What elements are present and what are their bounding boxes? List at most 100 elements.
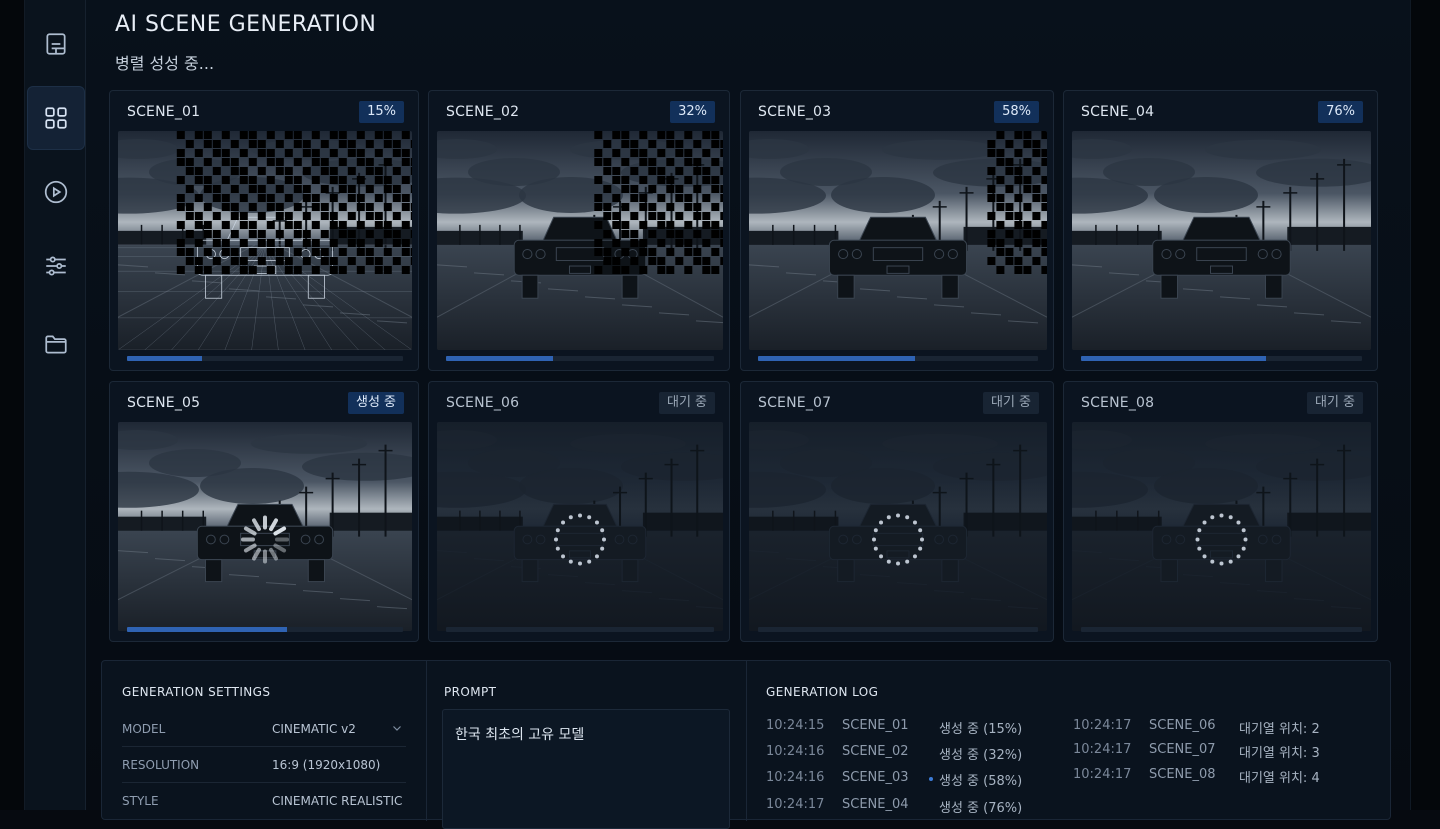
page-title: AI SCENE GENERATION <box>115 12 377 37</box>
scene-status-badge: 대기 중 <box>658 392 715 414</box>
scene-progress-bar <box>758 356 1038 361</box>
panel-divider <box>746 661 747 821</box>
scene-card[interactable]: SCENE_03 58% <box>740 90 1054 371</box>
scene-status-badge: 대기 중 <box>1306 392 1363 414</box>
prompt-input[interactable]: 한국 최초의 고유 모델 <box>442 709 730 829</box>
log-row: 10:24:15 SCENE_01 생성 중 (15%) <box>766 718 1066 737</box>
scene-preview-image <box>749 422 1047 631</box>
log-row: 10:24:16 SCENE_03 생성 중 (58%) <box>766 770 1066 789</box>
scene-label: SCENE_04 <box>1081 104 1155 120</box>
log-row: 10:24:17 SCENE_04 생성 중 (76%) <box>766 797 1066 816</box>
log-time: 10:24:15 <box>766 718 825 733</box>
scene-label: SCENE_05 <box>127 395 201 411</box>
log-time: 10:24:17 <box>1073 718 1132 733</box>
scene-progress-bar <box>758 627 1038 632</box>
scene-card[interactable]: SCENE_06 대기 중 <box>428 381 730 642</box>
scene-progress-bar <box>127 356 403 361</box>
log-status: 대기열 위치: 3 <box>1239 746 1320 761</box>
scene-preview-image <box>437 131 723 350</box>
log-status: 생성 중 (32%) <box>939 748 1023 763</box>
log-row: 10:24:17 SCENE_08 대기열 위치: 4 <box>1073 767 1373 786</box>
log-time: 10:24:16 <box>766 744 825 759</box>
setting-value: CINEMATIC v2 <box>272 722 356 736</box>
scene-card[interactable]: SCENE_04 76% <box>1063 90 1378 371</box>
log-status: 대기열 위치: 2 <box>1239 722 1320 737</box>
scene-progress-bar <box>1081 356 1362 361</box>
scene-progress-bar <box>446 627 714 632</box>
scene-status-badge: 32% <box>670 101 715 123</box>
log-status: 생성 중 (58%) <box>939 774 1023 789</box>
chevron-down-icon <box>393 726 401 731</box>
scene-progress-bar <box>127 627 403 632</box>
panel-divider <box>426 661 427 821</box>
right-edge <box>1410 0 1440 810</box>
prompt-title: PROMPT <box>444 685 497 699</box>
scene-preview-image <box>749 131 1047 350</box>
page-subtitle: 병렬 성성 중... <box>115 54 215 73</box>
scene-card[interactable]: SCENE_01 15% <box>109 90 419 371</box>
log-time: 10:24:16 <box>766 770 825 785</box>
scene-label: SCENE_02 <box>446 104 520 120</box>
active-dot-icon <box>929 777 933 781</box>
log-row: 10:24:17 SCENE_06 대기열 위치: 2 <box>1073 718 1373 737</box>
setting-row-style[interactable]: STYLE CINEMATIC REALISTIC <box>122 783 406 819</box>
setting-key: MODEL <box>122 722 166 736</box>
scene-progress-fill <box>127 356 202 361</box>
scene-progress-fill <box>127 627 288 632</box>
sidebar <box>24 0 86 810</box>
app-window: AI SCENE GENERATION 병렬 성성 중... SCENE_01 1… <box>0 0 1440 829</box>
scene-progress-bar <box>1081 627 1362 632</box>
scene-preview-image <box>437 422 723 631</box>
setting-row-model[interactable]: MODEL CINEMATIC v2 <box>122 711 406 747</box>
log-status: 생성 중 (76%) <box>939 801 1023 816</box>
scene-progress-bar <box>446 356 714 361</box>
log-time: 10:24:17 <box>1073 767 1132 782</box>
scene-preview-image <box>118 422 412 631</box>
log-row: 10:24:17 SCENE_07 대기열 위치: 3 <box>1073 742 1373 761</box>
scene-preview-image <box>1072 422 1371 631</box>
folder-icon <box>45 335 67 354</box>
setting-row-resolution[interactable]: RESOLUTION 16:9 (1920x1080) <box>122 747 406 783</box>
sliders-icon <box>46 256 66 276</box>
document-icon <box>46 33 66 55</box>
scene-status-badge: 76% <box>1318 101 1363 123</box>
log-scene: SCENE_08 <box>1149 767 1216 782</box>
scene-label: SCENE_01 <box>127 104 201 120</box>
log-title: GENERATION LOG <box>766 685 879 699</box>
log-row: 10:24:16 SCENE_02 생성 중 (32%) <box>766 744 1066 763</box>
scene-preview-image <box>118 131 412 350</box>
setting-key: RESOLUTION <box>122 758 200 772</box>
log-status: 생성 중 (15%) <box>939 722 1023 737</box>
scene-label: SCENE_03 <box>758 104 832 120</box>
bottom-panel: GENERATION SETTINGS MODEL CINEMATIC v2 R… <box>101 660 1391 829</box>
sidebar-item-grid[interactable] <box>27 86 85 150</box>
scene-card[interactable]: SCENE_05 생성 중 <box>109 381 419 642</box>
setting-key: STYLE <box>122 794 159 808</box>
scene-card[interactable]: SCENE_08 대기 중 <box>1063 381 1378 642</box>
scene-card[interactable]: SCENE_07 대기 중 <box>740 381 1054 642</box>
setting-value: CINEMATIC REALISTIC <box>272 794 403 808</box>
prompt-text: 한국 최초의 고유 모델 <box>455 727 585 743</box>
log-scene: SCENE_06 <box>1149 718 1216 733</box>
log-scene: SCENE_01 <box>842 718 909 733</box>
scene-progress-fill <box>1081 356 1267 361</box>
sidebar-item-sliders[interactable] <box>27 234 85 298</box>
scene-status-badge: 58% <box>994 101 1039 123</box>
log-scene: SCENE_03 <box>842 770 909 785</box>
scene-preview-image <box>1072 131 1371 350</box>
log-status: 대기열 위치: 4 <box>1239 771 1320 786</box>
sidebar-item-document[interactable] <box>27 12 85 76</box>
log-scene: SCENE_07 <box>1149 742 1216 757</box>
log-scene: SCENE_02 <box>842 744 909 759</box>
scene-card[interactable]: SCENE_02 32% <box>428 90 730 371</box>
scene-status-badge: 15% <box>359 101 404 123</box>
setting-value: 16:9 (1920x1080) <box>272 758 381 772</box>
sidebar-item-folder[interactable] <box>27 312 85 376</box>
scene-label: SCENE_08 <box>1081 395 1155 411</box>
scene-progress-fill <box>758 356 915 361</box>
scene-label: SCENE_06 <box>446 395 520 411</box>
play-icon <box>44 180 68 204</box>
sidebar-item-play[interactable] <box>27 160 85 224</box>
scene-label: SCENE_07 <box>758 395 832 411</box>
scene-status-badge: 대기 중 <box>982 392 1039 414</box>
